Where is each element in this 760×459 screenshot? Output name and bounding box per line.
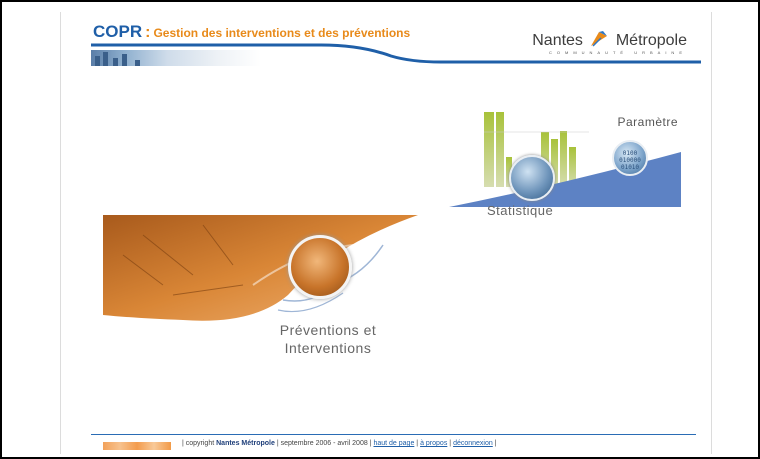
footer-sep-2: | <box>449 440 452 447</box>
top-of-page-link[interactable]: haut de page <box>373 440 414 447</box>
browser-frame: COPR: Gestion des interventions et des pr… <box>0 0 760 459</box>
preventions-interventions-link[interactable]: Préventions et Interventions <box>253 321 403 357</box>
statistique-link[interactable]: Statistique <box>487 203 553 218</box>
preventions-label-line1: Préventions et <box>279 322 377 338</box>
preventions-menu-block[interactable]: Préventions et Interventions <box>103 215 423 365</box>
footer-sep-1: | <box>416 440 419 447</box>
preventions-label-line2: Interventions <box>284 340 372 356</box>
app-title-separator: : <box>145 24 151 41</box>
brand-logo: Nantes Métropole <box>532 30 687 50</box>
footer-copyright: | copyright <box>182 440 215 447</box>
intervention-badge-icon <box>288 235 352 299</box>
footer-sep-3: | <box>494 440 497 447</box>
about-link[interactable]: à propos <box>420 440 447 447</box>
footer-color-bar <box>103 442 171 450</box>
parametre-link[interactable]: Paramètre <box>617 115 678 129</box>
footer-org: Nantes Métropole <box>216 440 275 447</box>
app-full-title: Gestion des interventions et des prévent… <box>153 26 411 40</box>
logout-link[interactable]: déconnexion <box>453 440 493 447</box>
footer-divider <box>91 434 696 435</box>
pie-chart-icon <box>509 155 555 201</box>
app-code: COPR <box>93 22 143 41</box>
brand-subtitle: COMMUNAUTÉ URBAINE <box>548 50 687 55</box>
brand-left: Nantes <box>532 32 583 49</box>
statistics-menu-block[interactable]: 0100 010000 01010 Paramètre Statistique <box>449 107 684 218</box>
city-aerial-illustration <box>103 215 418 321</box>
app-title: COPR: Gestion des interventions et des pr… <box>93 22 410 42</box>
leaf-logo-icon <box>591 31 608 47</box>
brand-right: Métropole <box>615 32 687 49</box>
footer: | copyright Nantes Métropole | septembre… <box>182 440 497 447</box>
header: COPR: Gestion des interventions et des pr… <box>61 12 711 72</box>
page: COPR: Gestion des interventions et des pr… <box>60 12 712 454</box>
header-photo-strip <box>91 50 261 66</box>
binary-data-icon: 0100 010000 01010 <box>612 140 648 176</box>
footer-dates: | septembre 2006 - avril 2008 | <box>276 440 372 447</box>
